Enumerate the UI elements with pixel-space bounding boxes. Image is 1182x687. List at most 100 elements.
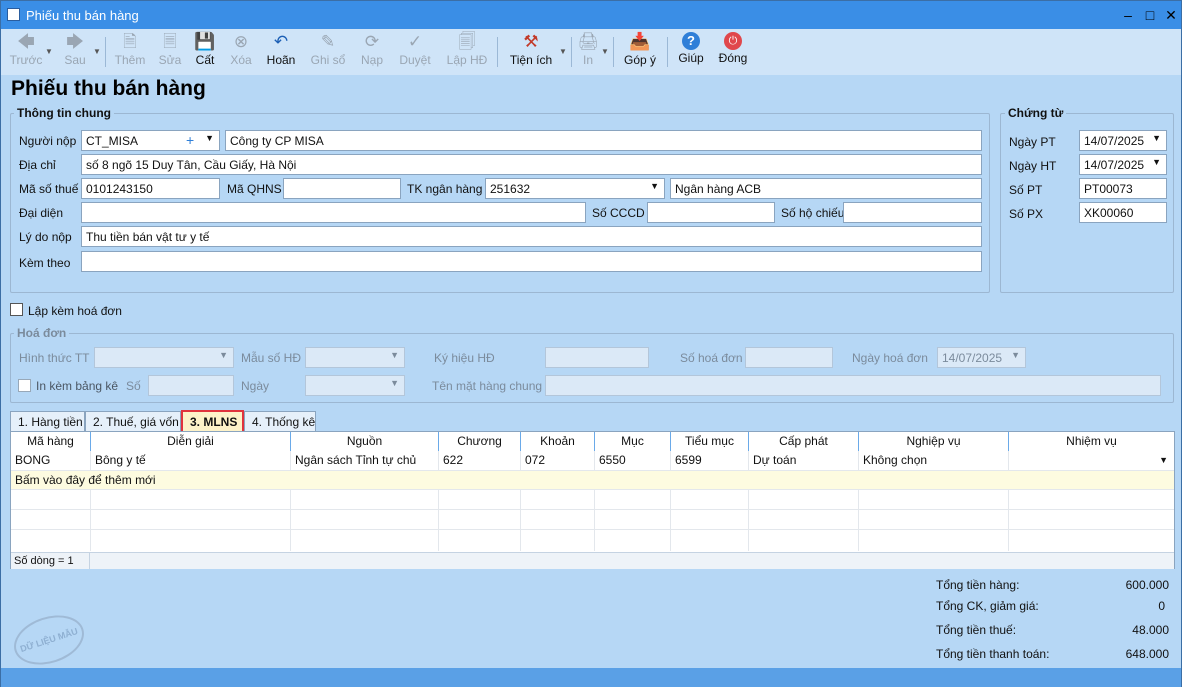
minimize-button[interactable]: – [1117,5,1139,25]
invoice-number-input[interactable] [745,347,833,368]
column-header[interactable]: Cấp phát [749,432,859,451]
create-invoice-button[interactable]: 🗐 Lập HĐ [445,32,489,72]
arrow-left-icon: 🡄 [17,32,35,51]
utilities-button[interactable]: ⚒ Tiện ích [507,32,555,72]
representative-input[interactable] [81,202,586,223]
cell-description[interactable]: Bông y tế [91,451,291,470]
date-pt-picker[interactable]: 14/07/2025 ▼ [1079,130,1167,151]
chevron-down-icon: ▼ [390,378,399,388]
chevron-down-icon[interactable]: ▼ [1159,451,1168,470]
delete-button[interactable]: ⊗ Xóa [227,32,255,72]
column-header[interactable]: Nhiệm vụ [1009,432,1174,451]
date-ht-picker[interactable]: 14/07/2025 ▼ [1079,154,1167,175]
next-button[interactable]: 🡆 Sau [59,32,91,72]
invoice-symbol-input[interactable] [545,347,649,368]
tax-code-label: Mã số thuế [19,182,79,196]
total-discount-label: Tổng CK, giảm giá: [936,599,1039,613]
qhns-input[interactable] [283,178,401,199]
cell-operation[interactable]: Không chọn [859,451,1009,470]
passport-input[interactable] [843,202,982,223]
voucher-legend: Chứng từ [1005,106,1067,120]
cccd-label: Số CCCD [592,206,645,220]
edit-button[interactable]: 🗏 Sửa [155,32,185,72]
add-new-row[interactable]: Bấm vào đây để thêm mới [11,471,1174,489]
print-list-label: In kèm bảng kê [36,379,119,393]
undo-button[interactable]: ↶ Hoãn [265,32,297,72]
reason-input[interactable]: Thu tiền bán vật tư y tế [81,226,982,247]
print-list-checkbox[interactable] [18,379,31,392]
cell-task[interactable]: ▼ [1009,451,1174,470]
invoice-template-select[interactable]: ▼ [305,347,405,368]
tab-statistics[interactable]: 4. Thống kê [244,411,316,432]
post-button[interactable]: ✎ Ghi sổ [309,32,347,72]
payment-method-select[interactable]: ▼ [94,347,234,368]
column-header[interactable]: Khoản [521,432,595,451]
add-payer-icon[interactable]: + [186,132,194,148]
help-button[interactable]: ? Giúp [675,32,707,72]
toolbar: 🡄 Trước ▼ 🡆 Sau ▼ 🗎 Thêm 🗏 Sửa 💾 Cất ⊗ Xóa ↶ Ho… [1,29,1181,75]
reload-button[interactable]: ⟳ Nạp [357,32,387,72]
print-button[interactable]: 🖨 In [577,32,599,72]
bank-name-input[interactable]: Ngân hàng ACB [670,178,982,199]
window: Phiếu thu bán hàng – □ ✕ 🡄 Trước ▼ 🡆 Sau ▼… [0,0,1182,687]
help-icon: ? [682,32,700,50]
column-header[interactable]: Tiểu mục [671,432,749,451]
add-button[interactable]: 🗎 Thêm [113,32,147,72]
payer-code-select[interactable]: CT_MISA + ▼ [81,130,220,151]
column-header[interactable]: Mã hàng [11,432,91,451]
pencil-icon: ✎ [320,32,336,51]
feedback-button[interactable]: 📥 Góp ý [621,32,659,72]
close-window-button[interactable]: ✕ [1160,5,1182,25]
bank-account-select[interactable]: 251632 ▼ [485,178,665,199]
list-no-input[interactable] [148,375,234,396]
tab-goods-money[interactable]: 1. Hàng tiền [10,411,85,432]
column-header[interactable]: Diễn giải [91,432,291,451]
representative-label: Đại diện [19,206,64,220]
close-form-button[interactable]: ⏻ Đóng [715,32,751,72]
cell-section[interactable]: 072 [521,451,595,470]
column-header[interactable]: Nguồn [291,432,439,451]
column-header[interactable]: Mục [595,432,671,451]
add-new-hint[interactable]: Bấm vào đây để thêm mới [11,471,311,489]
approve-button[interactable]: ✓ Duyệt [397,32,433,72]
attachment-input[interactable] [81,251,982,272]
print-dropdown-icon[interactable]: ▼ [601,47,609,56]
payer-name-input[interactable]: Công ty CP MISA [225,130,982,151]
sample-data-stamp: DỮ LIỆU MẪU [7,607,91,673]
invoice-date-picker[interactable]: 14/07/2025 ▼ [937,347,1026,368]
app-icon [7,8,20,21]
receipt-no-input[interactable]: PT00073 [1079,178,1167,199]
cell-item[interactable]: 6550 [595,451,671,470]
cell-allocation[interactable]: Dự toán [749,451,859,470]
with-invoice-label: Lập kèm hoá đơn [28,304,122,318]
address-input[interactable]: số 8 ngõ 15 Duy Tân, Cầu Giấy, Hà Nội [81,154,982,175]
column-header[interactable]: Chương [439,432,521,451]
prev-dropdown-icon[interactable]: ▼ [45,47,53,56]
list-no-label: Số [126,379,141,393]
maximize-button[interactable]: □ [1139,5,1161,25]
invoice-symbol-label: Ký hiệu HĐ [434,351,495,365]
cccd-input[interactable] [647,202,775,223]
chevron-down-icon: ▼ [1152,133,1161,143]
printer-icon: 🖨 [577,32,599,51]
status-bar [1,668,1181,687]
tax-code-input[interactable]: 0101243150 [81,178,220,199]
cell-source[interactable]: Ngân sách Tỉnh tự chủ [291,451,439,470]
cell-sub-item[interactable]: 6599 [671,451,749,470]
save-button[interactable]: 💾 Cất [191,32,219,72]
list-date-select[interactable]: ▼ [305,375,405,396]
with-invoice-checkbox[interactable] [10,303,23,316]
total-payment-value: 648.000 [1125,647,1169,661]
tab-tax-cost[interactable]: 2. Thuế, giá vốn [85,411,181,432]
export-no-input[interactable]: XK00060 [1079,202,1167,223]
cell-chapter[interactable]: 622 [439,451,521,470]
feedback-icon: 📥 [629,32,651,51]
chevron-down-icon: ▼ [390,350,399,360]
prev-button[interactable]: 🡄 Trước [9,32,43,72]
utilities-dropdown-icon[interactable]: ▼ [559,47,567,56]
column-header[interactable]: Nghiệp vụ [859,432,1009,451]
undo-icon: ↶ [273,32,289,51]
next-dropdown-icon[interactable]: ▼ [93,47,101,56]
cell-item-code[interactable]: BONG [11,451,91,470]
item-name-input[interactable] [545,375,1161,396]
